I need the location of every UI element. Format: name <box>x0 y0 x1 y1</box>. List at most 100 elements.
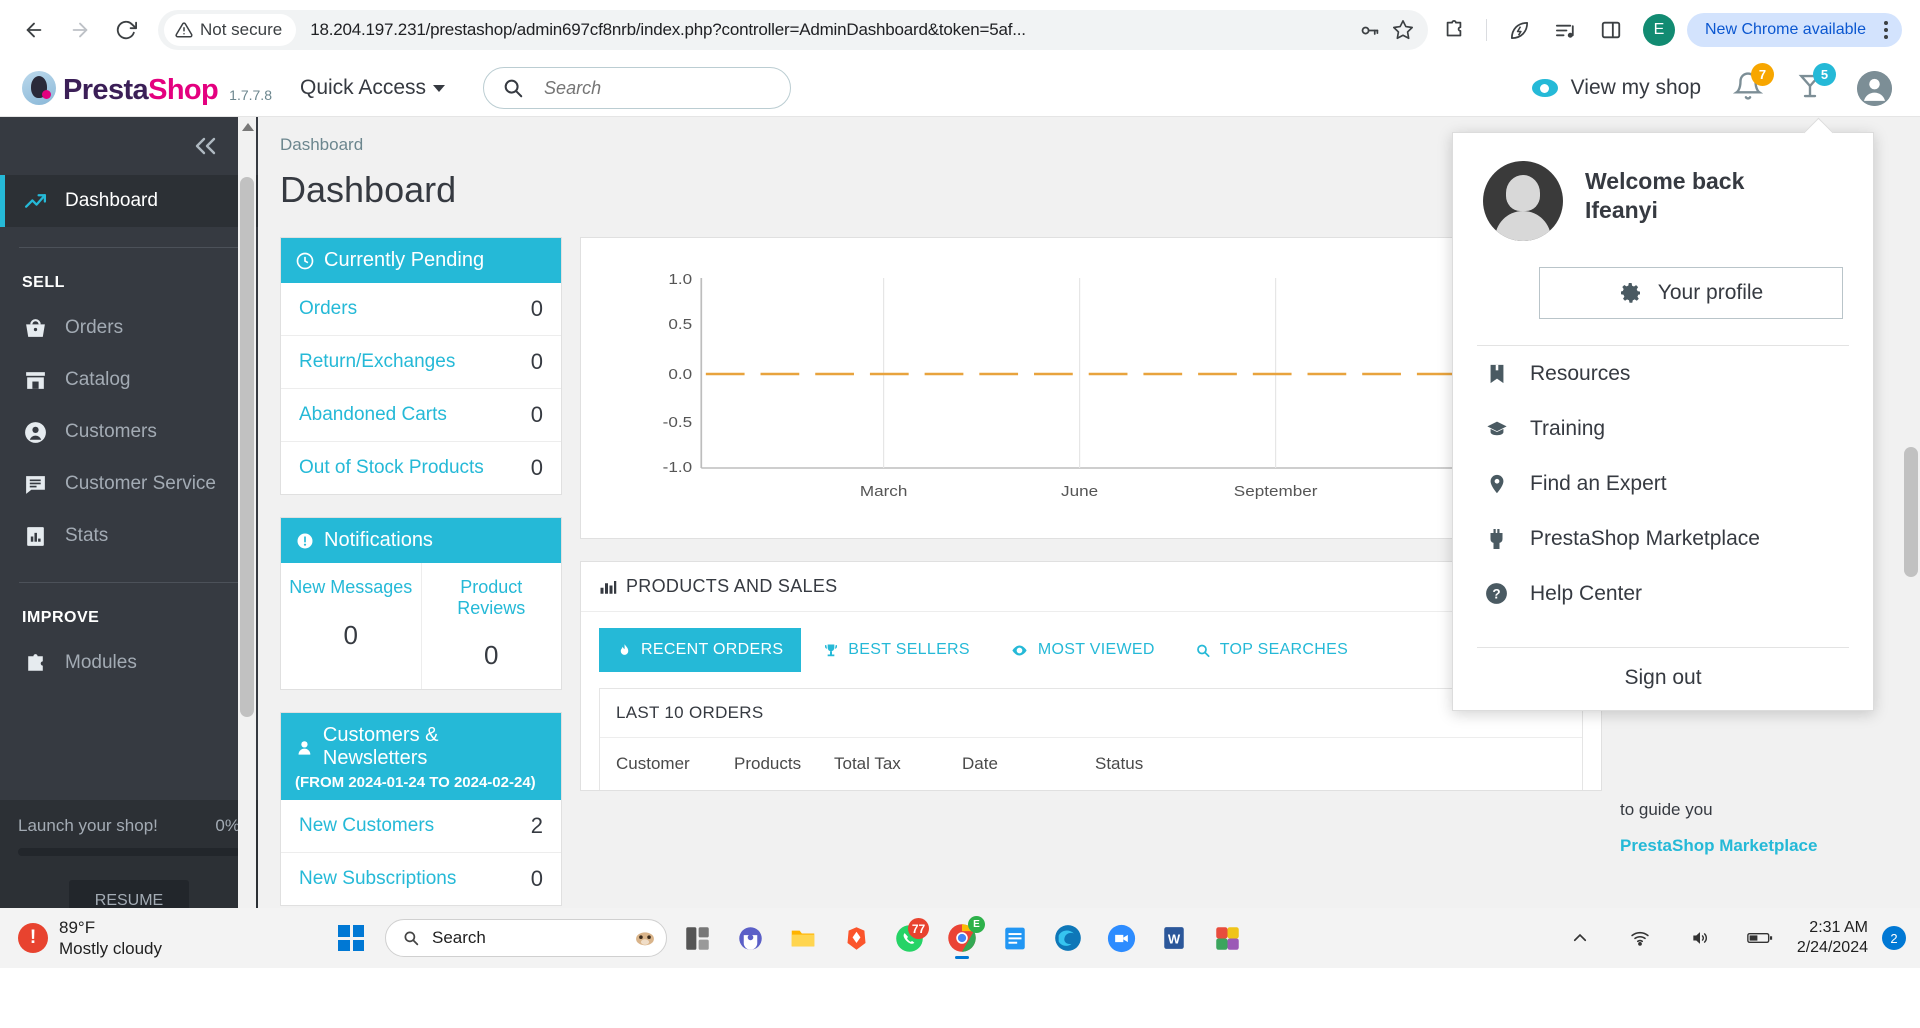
menu-item-help-center[interactable]: ? Help Center <box>1453 566 1873 621</box>
bar-chart-icon <box>22 523 48 549</box>
cn-row-new-subscriptions[interactable]: New Subscriptions 0 <box>281 853 561 905</box>
side-panel-icon[interactable] <box>1591 10 1631 50</box>
address-bar[interactable]: Not secure 18.204.197.231/prestashop/adm… <box>158 10 1428 50</box>
user-avatar-button[interactable] <box>1857 71 1892 106</box>
column-date[interactable]: Date <box>962 754 1095 774</box>
menu-item-find-an-expert[interactable]: Find an Expert <box>1453 456 1873 511</box>
brave-icon[interactable] <box>833 916 879 960</box>
reload-button[interactable] <box>106 10 146 50</box>
weather-text: 89°F Mostly cloudy <box>59 917 162 960</box>
performance-leaf-icon[interactable] <box>1499 10 1539 50</box>
start-button[interactable] <box>338 925 364 951</box>
notif-cell-product-reviews[interactable]: Product Reviews 0 <box>422 563 562 689</box>
sidebar-item-catalog[interactable]: Catalog <box>0 354 258 406</box>
sidebar-item-modules[interactable]: Modules <box>0 637 258 689</box>
tab-best-sellers[interactable]: BEST SELLERS <box>805 628 988 672</box>
view-shop-label: View my shop <box>1571 76 1701 100</box>
chrome-active-indicator <box>955 956 969 959</box>
sidebar-label-dashboard: Dashboard <box>65 190 158 212</box>
zoom-icon[interactable] <box>1098 916 1144 960</box>
notif-label-product-reviews[interactable]: Product Reviews <box>430 577 554 618</box>
widgets-icon[interactable] <box>674 916 720 960</box>
wifi-icon[interactable] <box>1617 916 1663 960</box>
bar-chart-small-icon <box>599 578 617 596</box>
column-total-tax[interactable]: Total Tax <box>834 754 962 774</box>
notif-label-new-messages[interactable]: New Messages <box>289 577 413 598</box>
pending-row-returns[interactable]: Return/Exchanges 0 <box>281 336 561 389</box>
tab-most-viewed[interactable]: MOST VIEWED <box>992 628 1173 672</box>
pending-label-orders[interactable]: Orders <box>299 298 357 320</box>
teams-icon[interactable] <box>727 916 773 960</box>
back-button[interactable] <box>14 10 54 50</box>
forward-button[interactable] <box>60 10 100 50</box>
sidebar-item-stats[interactable]: Stats <box>0 510 258 562</box>
menu-item-training[interactable]: Training <box>1453 401 1873 456</box>
windows-taskbar: ! 89°F Mostly cloudy Search <box>0 908 1920 968</box>
password-key-icon[interactable] <box>1352 13 1386 47</box>
pending-row-out-of-stock[interactable]: Out of Stock Products 0 <box>281 442 561 494</box>
tray-expand-icon[interactable] <box>1557 916 1603 960</box>
collapse-sidebar-button[interactable] <box>0 117 258 175</box>
admin-search-box[interactable] <box>483 67 791 109</box>
scroll-up-arrow-icon[interactable] <box>242 123 254 131</box>
column-customer[interactable]: Customer <box>616 754 734 774</box>
taskbar-search[interactable]: Search <box>385 919 667 957</box>
notif-cell-new-messages[interactable]: New Messages 0 <box>281 563 422 689</box>
quick-access-menu[interactable]: Quick Access <box>300 76 445 100</box>
your-profile-button[interactable]: Your profile <box>1539 267 1843 319</box>
pending-label-returns[interactable]: Return/Exchanges <box>299 351 455 373</box>
file-explorer-icon[interactable] <box>780 916 826 960</box>
chrome-profile-badge: E <box>968 916 985 933</box>
whatsapp-icon[interactable]: 77 <box>886 916 932 960</box>
menu-item-resources[interactable]: Resources <box>1453 346 1873 401</box>
view-my-shop-button[interactable]: View my shop <box>1532 76 1701 100</box>
orders-bell-button[interactable]: 5 <box>1795 71 1825 106</box>
pending-row-abandoned-carts[interactable]: Abandoned Carts 0 <box>281 389 561 442</box>
weather-widget[interactable]: ! 89°F Mostly cloudy <box>0 917 300 960</box>
site-security-indicator[interactable]: Not secure <box>164 14 296 46</box>
sidebar-item-customers[interactable]: Customers <box>0 406 258 458</box>
photos-icon[interactable] <box>1204 916 1250 960</box>
edge-icon[interactable] <box>1045 916 1091 960</box>
tab-label-top-searches: TOP SEARCHES <box>1220 641 1348 659</box>
cn-row-new-customers[interactable]: New Customers 2 <box>281 800 561 853</box>
battery-icon[interactable] <box>1737 916 1783 960</box>
chrome-update-button[interactable]: New Chrome available <box>1687 13 1902 47</box>
pending-row-orders[interactable]: Orders 0 <box>281 283 561 336</box>
sidebar-scrollbar-thumb[interactable] <box>240 177 254 717</box>
word-icon[interactable]: W <box>1151 916 1197 960</box>
prestashop-logo[interactable]: PrestaShop 1.7.7.8 <box>22 71 272 105</box>
page-scrollbar[interactable] <box>1902 117 1920 968</box>
extensions-icon[interactable] <box>1434 10 1474 50</box>
taskbar-clock[interactable]: 2:31 AM 2/24/2024 <box>1797 918 1868 958</box>
right-teaser-link[interactable]: PrestaShop Marketplace <box>1620 835 1880 857</box>
notifications-bell-button[interactable]: 7 <box>1733 71 1763 106</box>
media-playlist-icon[interactable] <box>1545 10 1585 50</box>
pending-label-abandoned-carts[interactable]: Abandoned Carts <box>299 404 447 426</box>
sidebar-item-dashboard[interactable]: Dashboard <box>0 175 258 227</box>
notification-center-badge[interactable]: 2 <box>1882 926 1906 950</box>
chrome-icon[interactable]: E <box>939 916 985 960</box>
profile-avatar[interactable]: E <box>1643 14 1675 46</box>
volume-icon[interactable] <box>1677 916 1723 960</box>
column-status[interactable]: Status <box>1095 754 1143 774</box>
menu-item-prestashop-marketplace[interactable]: PrestaShop Marketplace <box>1453 511 1873 566</box>
page-scrollbar-thumb[interactable] <box>1904 447 1918 577</box>
person-circle-icon <box>22 419 48 445</box>
search-input[interactable] <box>544 78 744 99</box>
sign-out-button[interactable]: Sign out <box>1453 648 1873 710</box>
cn-label-new-subscriptions[interactable]: New Subscriptions <box>299 868 456 890</box>
bookmark-icon <box>1483 360 1510 387</box>
cn-label-new-customers[interactable]: New Customers <box>299 815 434 837</box>
sidebar-item-customer-service[interactable]: Customer Service <box>0 458 258 510</box>
sidebar-scrollbar[interactable] <box>238 117 256 968</box>
pending-label-out-of-stock[interactable]: Out of Stock Products <box>299 457 484 479</box>
sidebar-item-orders[interactable]: Orders <box>0 302 258 354</box>
chrome-menu-icon[interactable] <box>1876 21 1896 39</box>
menu-label-help-center: Help Center <box>1530 582 1642 606</box>
notes-icon[interactable] <box>992 916 1038 960</box>
column-products[interactable]: Products <box>734 754 834 774</box>
tab-top-searches[interactable]: TOP SEARCHES <box>1177 628 1366 672</box>
tab-recent-orders[interactable]: RECENT ORDERS <box>599 628 801 672</box>
bookmark-star-icon[interactable] <box>1386 13 1420 47</box>
